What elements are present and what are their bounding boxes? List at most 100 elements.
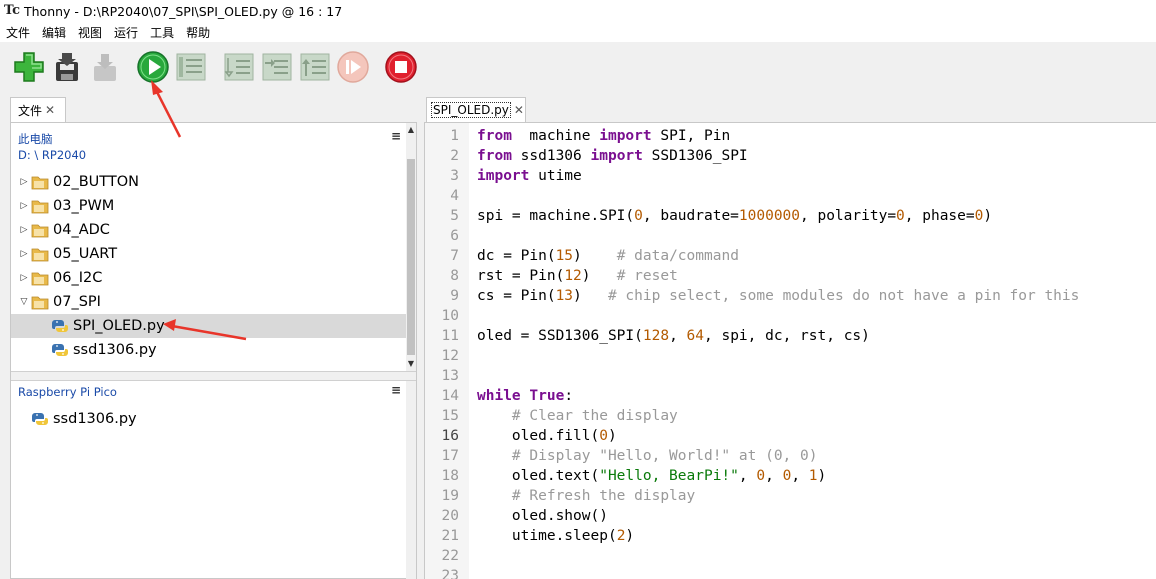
collapse-arrow-icon[interactable]: ▽ (17, 297, 31, 307)
menu-run[interactable]: 运行 (114, 24, 138, 41)
code-token: ) (625, 528, 635, 544)
close-icon[interactable]: ✕ (45, 103, 55, 117)
code-line[interactable]: oled.fill(0) (477, 428, 617, 444)
scroll-thumb[interactable] (407, 159, 415, 355)
tree-item-ssd1306-py[interactable]: ssd1306.py (11, 338, 406, 362)
line-number: 8 (450, 268, 459, 284)
resume-button[interactable] (336, 50, 370, 84)
step-over-button[interactable] (222, 50, 256, 84)
device-scrollbar[interactable] (406, 381, 416, 579)
code-token: : (564, 388, 574, 404)
tree-item-label: ssd1306.py (73, 342, 157, 358)
thonny-logo-icon: Tc (4, 3, 21, 18)
computer-path[interactable]: D: \ RP2040 (18, 148, 86, 162)
menu-bar: 文件 编辑 视图 运行 工具 帮助 (0, 22, 1156, 42)
code-token: , (738, 468, 757, 484)
save-file-button[interactable] (50, 50, 84, 84)
line-number: 23 (441, 568, 459, 579)
editor-tab-label: SPI_OLED.py (431, 102, 511, 118)
menu-tools[interactable]: 工具 (150, 24, 174, 41)
stop-button[interactable] (384, 50, 418, 84)
expand-arrow-icon[interactable]: ▷ (17, 273, 31, 283)
tree-item-04-adc[interactable]: ▷ 04_ADC (11, 218, 406, 242)
code-line[interactable]: # Display "Hello, World!" at (0, 0) (477, 448, 818, 464)
code-token: 15 (555, 248, 574, 264)
code-token: # reset (616, 268, 678, 284)
tree-item-03-pwm[interactable]: ▷ 03_PWM (11, 194, 406, 218)
debug-button[interactable] (174, 50, 208, 84)
close-icon[interactable]: ✕ (514, 103, 524, 117)
tree-item-spi-oled-py[interactable]: SPI_OLED.py (11, 314, 406, 338)
line-number: 20 (441, 508, 459, 524)
hamburger-menu-icon[interactable]: ≡ (391, 383, 401, 397)
line-number: 19 (441, 488, 459, 504)
expand-arrow-icon[interactable]: ▷ (17, 177, 31, 187)
tree-item-device-ssd1306-py[interactable]: ssd1306.py (11, 407, 406, 431)
plus-icon (14, 52, 44, 82)
code-token: 1 (808, 468, 818, 484)
tree-item-07-spi[interactable]: ▽ 07_SPI (11, 290, 406, 314)
menu-file[interactable]: 文件 (6, 24, 30, 41)
new-file-button[interactable] (12, 50, 46, 84)
line-number: 16 (441, 428, 459, 444)
hamburger-menu-icon[interactable]: ≡ (391, 129, 401, 143)
code-token: 128 (642, 328, 670, 344)
line-number: 10 (441, 308, 459, 324)
editor-pane: SPI_OLED.py ✕ 1 2 3 4 5 6 7 8 9 10 11 12 13 14 15 16 17 1… (424, 97, 1156, 579)
code-token: , (669, 328, 687, 344)
code-line[interactable]: cs = Pin(13) # chip select, some modules… (477, 288, 1079, 304)
load-file-button[interactable] (88, 50, 122, 84)
code-editor[interactable]: 1 2 3 4 5 6 7 8 9 10 11 12 13 14 15 16 17 18 19 20 21 22 23 fr… (424, 122, 1156, 579)
code-line[interactable]: while True: (477, 388, 573, 404)
code-token: , baudrate= (642, 208, 739, 224)
code-line[interactable]: utime.sleep(2) (477, 528, 634, 544)
code-line[interactable]: rst = Pin(12) # reset (477, 268, 678, 284)
line-number: 22 (441, 548, 459, 564)
device-section-header: Raspberry Pi Pico (18, 385, 117, 399)
expand-arrow-icon[interactable]: ▷ (17, 249, 31, 259)
code-line[interactable]: # Refresh the display (477, 488, 695, 504)
step-into-button[interactable] (260, 50, 294, 84)
line-number: 18 (441, 468, 459, 484)
scroll-down-icon[interactable]: ▼ (406, 359, 416, 369)
code-line[interactable]: oled = SSD1306_SPI(128, 64, spi, dc, rst… (477, 328, 870, 344)
code-line[interactable]: from ssd1306 import SSD1306_SPI (477, 148, 748, 164)
code-token: 64 (686, 328, 705, 344)
tree-item-06-i2c[interactable]: ▷ 06_I2C (11, 266, 406, 290)
tree-item-05-uart[interactable]: ▷ 05_UART (11, 242, 406, 266)
code-token: ) (983, 208, 993, 224)
files-pane: 文件 ✕ 此电脑 D: \ RP2040 ≡ ▲ ▼ ▷ 02_BUTTON ▷ (10, 97, 417, 579)
pane-divider[interactable] (11, 371, 416, 381)
code-line[interactable]: from machine import SPI, Pin (477, 128, 730, 144)
code-line[interactable]: spi = machine.SPI(0, baudrate=1000000, p… (477, 208, 992, 224)
tree-item-label: SPI_OLED.py (73, 318, 165, 334)
run-button[interactable] (136, 50, 170, 84)
tree-item-label: 04_ADC (53, 222, 110, 238)
code-line[interactable]: oled.text("Hello, BearPi!", 0, 0, 1) (477, 468, 826, 484)
code-token: while (477, 388, 521, 404)
tree-item-02-button[interactable]: ▷ 02_BUTTON (11, 170, 406, 194)
scroll-up-icon[interactable]: ▲ (406, 125, 416, 135)
code-line[interactable]: # Clear the display (477, 408, 678, 424)
computer-scrollbar[interactable]: ▲ ▼ (406, 123, 416, 371)
python-file-icon (31, 411, 49, 427)
step-out-button[interactable] (298, 50, 332, 84)
code-token: import (477, 168, 530, 184)
code-line[interactable]: dc = Pin(15) # data/command (477, 248, 739, 264)
line-number: 17 (441, 448, 459, 464)
folder-icon (31, 294, 49, 310)
code-token: import (599, 128, 652, 144)
menu-view[interactable]: 视图 (78, 24, 102, 41)
files-tab-label: 文件 (18, 103, 43, 118)
files-tab[interactable]: 文件 ✕ (10, 97, 66, 122)
expand-arrow-icon[interactable]: ▷ (17, 225, 31, 235)
line-number: 13 (441, 368, 459, 384)
code-line[interactable]: import utime (477, 168, 582, 184)
menu-help[interactable]: 帮助 (186, 24, 210, 41)
editor-tab-spi-oled[interactable]: SPI_OLED.py ✕ (426, 97, 526, 122)
expand-arrow-icon[interactable]: ▷ (17, 201, 31, 211)
code-token: ) (573, 248, 617, 264)
menu-edit[interactable]: 编辑 (42, 24, 66, 41)
code-line[interactable]: oled.show() (477, 508, 608, 524)
